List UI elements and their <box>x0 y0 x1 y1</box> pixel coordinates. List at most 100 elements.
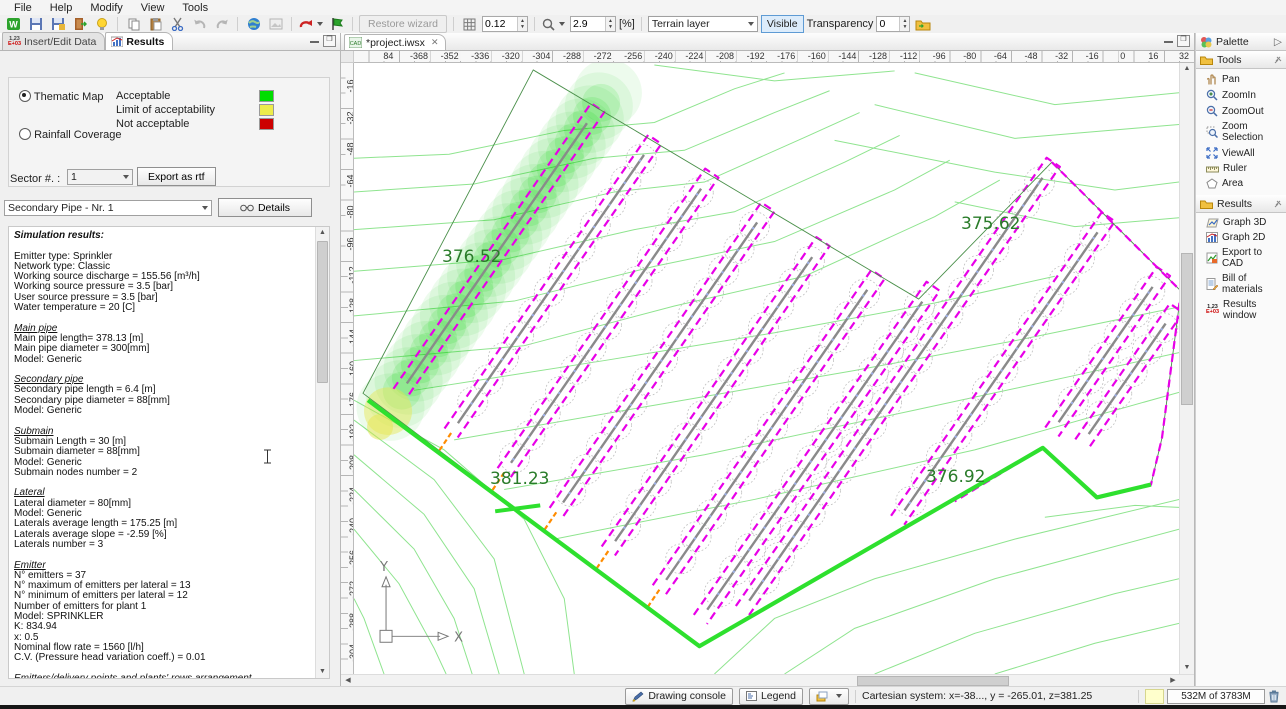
h-ruler-tick: -64 <box>992 51 1009 61</box>
layer-folder-icon[interactable] <box>913 15 932 33</box>
simulate-icon[interactable] <box>298 15 324 33</box>
save-icon[interactable] <box>26 15 45 33</box>
ruler-corner <box>341 51 354 63</box>
graph-3d-icon <box>1206 217 1219 228</box>
grid-size-spinner[interactable]: ▲▼ <box>482 16 528 32</box>
layer-select[interactable]: Terrain layer <box>648 16 758 32</box>
results-window[interactable]: 1,23E+03 Results window <box>1196 297 1286 323</box>
paste-icon[interactable] <box>146 15 165 33</box>
google-earth-icon[interactable] <box>244 15 263 33</box>
h-ruler-tick: 0 <box>1118 51 1127 61</box>
layers-dropdown[interactable] <box>809 688 849 705</box>
thematic-map-radio[interactable]: Thematic Map <box>19 90 104 103</box>
tool-pan[interactable]: Pan <box>1196 71 1286 87</box>
undo-icon[interactable] <box>190 15 209 33</box>
legend-button[interactable]: Legend <box>739 688 803 705</box>
h-ruler-tick: -336 <box>469 51 491 61</box>
results-scrollbar[interactable]: ▲ ▼ <box>315 227 329 678</box>
pin-icon[interactable] <box>1274 200 1282 208</box>
menu-view[interactable]: View <box>133 1 173 15</box>
editor-minimize-button[interactable] <box>1164 35 1173 43</box>
export-project-icon[interactable] <box>70 15 89 33</box>
tool-viewall[interactable]: ViewAll <box>1196 145 1286 161</box>
tool-zoom-selection[interactable]: Zoom Selection <box>1196 119 1286 145</box>
export-rtf-button[interactable]: Export as rtf <box>137 167 216 186</box>
folder-icon <box>1200 55 1213 65</box>
results-bill-of-materials[interactable]: Bill of materials <box>1196 271 1286 297</box>
details-button[interactable]: Details <box>218 198 312 217</box>
transparency-label: Transparency <box>807 18 874 30</box>
simulation-results-box[interactable]: Simulation results: Emitter type: Sprink… <box>8 226 330 679</box>
palette-header[interactable]: Palette ▷ <box>1196 33 1286 51</box>
drawing-console-button[interactable]: Drawing console <box>625 688 733 705</box>
origin-axis-icon: Y X <box>379 560 463 645</box>
tool-area[interactable]: Area <box>1196 176 1286 191</box>
menu-tools[interactable]: Tools <box>174 1 216 15</box>
left-tabstrip: 1,23E+03 Insert/Edit Data Results ❒ <box>0 33 340 51</box>
image-icon[interactable] <box>266 15 285 33</box>
visible-button[interactable]: Visible <box>761 15 804 33</box>
zoom-tool-icon[interactable] <box>541 15 567 33</box>
canvas-vertical-scrollbar[interactable]: ▲ ▼ <box>1179 63 1194 674</box>
menu-help[interactable]: Help <box>42 1 81 15</box>
drawing-editor: CAD *project.iwsx ✕ ❒ 84-368-352-336-320… <box>341 33 1195 687</box>
grid-size-input[interactable] <box>483 18 517 30</box>
h-ruler-tick: -112 <box>898 51 919 61</box>
project-tab[interactable]: CAD *project.iwsx ✕ <box>344 34 446 50</box>
panel-minimize-button[interactable] <box>310 35 319 43</box>
transparency-input[interactable] <box>877 18 899 30</box>
pipe-select[interactable]: Secondary Pipe - Nr. 1 <box>4 200 212 216</box>
acceptable-color-swatch <box>259 90 274 102</box>
pin-icon[interactable] <box>1274 56 1282 64</box>
copy-icon[interactable] <box>124 15 143 33</box>
trash-icon[interactable] <box>1268 689 1280 703</box>
palette-icon <box>1200 36 1212 48</box>
expand-palette-icon[interactable]: ▷ <box>1274 36 1282 48</box>
editor-maximize-button[interactable]: ❒ <box>1177 35 1190 47</box>
tool-zoomout[interactable]: ZoomOut <box>1196 103 1286 119</box>
results-export-cad[interactable]: Export to CAD <box>1196 245 1286 271</box>
verify-icon[interactable] <box>327 15 346 33</box>
zoom-level-input[interactable] <box>571 18 605 30</box>
restore-wizard-button[interactable]: Restore wizard <box>359 15 447 33</box>
tab-results[interactable]: Results <box>105 32 173 50</box>
results-section-header[interactable]: Results <box>1196 195 1286 213</box>
h-ruler-tick: -256 <box>622 51 644 61</box>
redo-icon[interactable] <box>212 15 231 33</box>
tab-insert-edit-data[interactable]: 1,23E+03 Insert/Edit Data <box>2 32 105 50</box>
sector-select[interactable]: 1 <box>67 169 133 185</box>
menu-modify[interactable]: Modify <box>82 1 130 15</box>
rainfall-coverage-radio[interactable]: Rainfall Coverage <box>19 128 122 141</box>
simulation-results-text: Simulation results: Emitter type: Sprink… <box>14 231 313 679</box>
results-panel: 1,23E+03 Insert/Edit Data Results ❒ Them… <box>0 33 341 687</box>
save-as-icon[interactable] <box>48 15 67 33</box>
drawing-canvas[interactable]: Y X 376.52 375.62 381.23 376.92 <box>354 63 1179 674</box>
pen-icon <box>632 691 644 702</box>
legend-acceptable: Acceptable <box>116 90 170 102</box>
menu-file[interactable]: File <box>6 1 40 15</box>
results-window-icon: 1,23E+03 <box>1206 305 1219 315</box>
grid-icon[interactable] <box>460 15 479 33</box>
area-polygon-icon <box>1206 178 1218 189</box>
lamp-icon[interactable] <box>92 15 111 33</box>
numeric-data-icon: 1,23E+03 <box>8 37 21 47</box>
tools-section-header[interactable]: Tools <box>1196 51 1286 69</box>
horizontal-ruler: 84-368-352-336-320-304-288-272-256-240-2… <box>354 51 1194 63</box>
zoom-level-spinner[interactable]: ▲▼ <box>570 16 616 32</box>
panel-maximize-button[interactable]: ❒ <box>323 35 336 47</box>
tool-ruler[interactable]: Ruler <box>1196 161 1286 176</box>
results-graph-3d[interactable]: Graph 3D <box>1196 215 1286 230</box>
tool-zoomin[interactable]: ZoomIn <box>1196 87 1286 103</box>
h-ruler-tick: -16 <box>1084 51 1101 61</box>
h-ruler-tick: -192 <box>745 51 767 61</box>
transparency-spinner[interactable]: ▲▼ <box>876 16 910 32</box>
new-wizard-icon[interactable]: W <box>4 15 23 33</box>
h-ruler-tick: -320 <box>500 51 522 61</box>
cut-icon[interactable] <box>168 15 187 33</box>
v-ruler-tick: -80 <box>346 203 354 220</box>
results-graph-2d[interactable]: Graph 2D <box>1196 230 1286 245</box>
main-toolbar: W Restore wizard ▲▼ ▲▼ [%] Terrain layer… <box>0 15 1286 34</box>
close-tab-icon[interactable]: ✕ <box>431 37 439 48</box>
memory-indicator[interactable]: 532M of 3783M <box>1167 689 1265 704</box>
h-ruler-tick: -288 <box>561 51 583 61</box>
